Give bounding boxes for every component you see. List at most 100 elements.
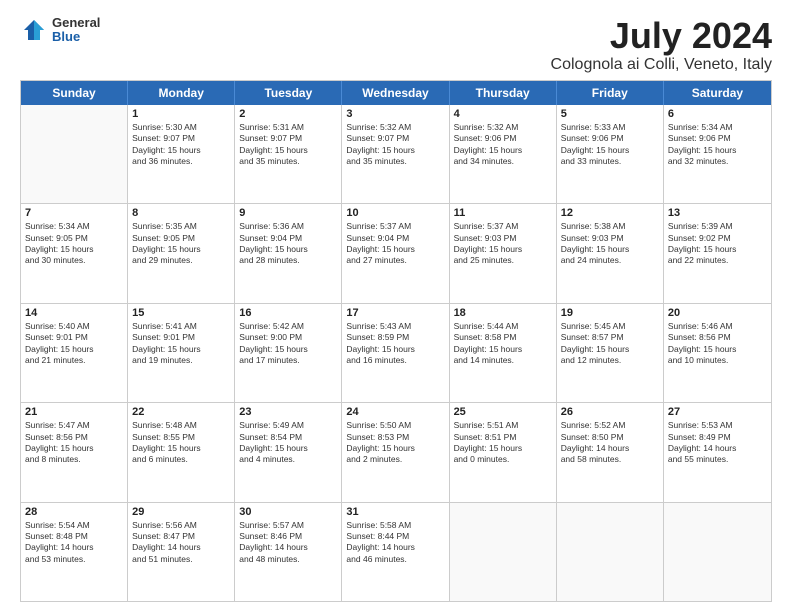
day-number: 24 [346, 406, 444, 418]
calendar-cell: 15Sunrise: 5:41 AMSunset: 9:01 PMDayligh… [128, 304, 235, 402]
cell-line: Sunset: 9:01 PM [25, 332, 123, 343]
cell-line: Daylight: 15 hours [346, 244, 444, 255]
calendar-week: 14Sunrise: 5:40 AMSunset: 9:01 PMDayligh… [21, 304, 771, 403]
cell-line: Daylight: 15 hours [239, 145, 337, 156]
cell-line: Daylight: 14 hours [25, 542, 123, 553]
calendar-cell: 8Sunrise: 5:35 AMSunset: 9:05 PMDaylight… [128, 204, 235, 302]
day-number: 11 [454, 207, 552, 219]
calendar-cell: 28Sunrise: 5:54 AMSunset: 8:48 PMDayligh… [21, 503, 128, 601]
cell-line: and 17 minutes. [239, 355, 337, 366]
cell-line: Sunrise: 5:45 AM [561, 321, 659, 332]
cell-line: and 28 minutes. [239, 255, 337, 266]
calendar-cell: 17Sunrise: 5:43 AMSunset: 8:59 PMDayligh… [342, 304, 449, 402]
cell-line: and 58 minutes. [561, 454, 659, 465]
cell-line: Daylight: 15 hours [132, 145, 230, 156]
cell-line: Daylight: 14 hours [561, 443, 659, 454]
calendar-header-row: SundayMondayTuesdayWednesdayThursdayFrid… [21, 81, 771, 105]
calendar-cell: 6Sunrise: 5:34 AMSunset: 9:06 PMDaylight… [664, 105, 771, 203]
calendar-cell: 4Sunrise: 5:32 AMSunset: 9:06 PMDaylight… [450, 105, 557, 203]
cell-line: Sunrise: 5:46 AM [668, 321, 767, 332]
day-number: 9 [239, 207, 337, 219]
cell-line: Daylight: 14 hours [239, 542, 337, 553]
logo-icon [20, 16, 48, 44]
day-number: 14 [25, 307, 123, 319]
cell-line: Sunset: 8:56 PM [668, 332, 767, 343]
cell-line: Sunset: 8:59 PM [346, 332, 444, 343]
cell-line: Sunset: 9:01 PM [132, 332, 230, 343]
cell-line: Sunrise: 5:44 AM [454, 321, 552, 332]
day-number: 13 [668, 207, 767, 219]
cell-line: Sunset: 8:56 PM [25, 432, 123, 443]
calendar-header-cell: Wednesday [342, 81, 449, 105]
cell-line: Daylight: 15 hours [668, 344, 767, 355]
day-number: 23 [239, 406, 337, 418]
cell-line: Sunset: 9:07 PM [132, 133, 230, 144]
calendar-week: 1Sunrise: 5:30 AMSunset: 9:07 PMDaylight… [21, 105, 771, 204]
calendar-cell: 20 Sunrise: 5:46 AMSunset: 8:56 PMDayligh… [664, 304, 771, 402]
day-number: 20 [668, 307, 767, 319]
day-number: 31 [346, 506, 444, 518]
day-number: 7 [25, 207, 123, 219]
calendar-cell: 22Sunrise: 5:48 AMSunset: 8:55 PMDayligh… [128, 403, 235, 501]
calendar-cell: 11Sunrise: 5:37 AMSunset: 9:03 PMDayligh… [450, 204, 557, 302]
cell-line: Sunset: 8:55 PM [132, 432, 230, 443]
cell-line: Sunrise: 5:41 AM [132, 321, 230, 332]
calendar-cell: 5Sunrise: 5:33 AMSunset: 9:06 PMDaylight… [557, 105, 664, 203]
cell-line: Sunset: 8:57 PM [561, 332, 659, 343]
cell-line: and 4 minutes. [239, 454, 337, 465]
cell-line: Sunset: 8:48 PM [25, 531, 123, 542]
cell-line: Sunrise: 5:37 AM [454, 221, 552, 232]
cell-line: Sunrise: 5:48 AM [132, 420, 230, 431]
cell-line: Sunrise: 5:31 AM [239, 122, 337, 133]
calendar-cell: 23Sunrise: 5:49 AMSunset: 8:54 PMDayligh… [235, 403, 342, 501]
logo-general: General [52, 16, 100, 30]
cell-line: and 19 minutes. [132, 355, 230, 366]
cell-line: Daylight: 15 hours [239, 443, 337, 454]
cell-line: and 25 minutes. [454, 255, 552, 266]
calendar-header-cell: Monday [128, 81, 235, 105]
cell-line: Sunrise: 5:40 AM [25, 321, 123, 332]
day-number: 28 [25, 506, 123, 518]
calendar-cell [664, 503, 771, 601]
cell-line: Sunset: 9:02 PM [668, 233, 767, 244]
day-number: 6 [668, 108, 767, 120]
cell-line: and 36 minutes. [132, 156, 230, 167]
cell-line: and 34 minutes. [454, 156, 552, 167]
calendar-cell: 21Sunrise: 5:47 AMSunset: 8:56 PMDayligh… [21, 403, 128, 501]
cell-line: Sunset: 9:03 PM [561, 233, 659, 244]
cell-line: Sunrise: 5:51 AM [454, 420, 552, 431]
cell-line: and 8 minutes. [25, 454, 123, 465]
day-number: 1 [132, 108, 230, 120]
cell-line: Sunset: 9:04 PM [346, 233, 444, 244]
calendar: SundayMondayTuesdayWednesdayThursdayFrid… [20, 80, 772, 602]
calendar-cell [557, 503, 664, 601]
cell-line: Sunset: 9:03 PM [454, 233, 552, 244]
cell-line: Daylight: 15 hours [668, 145, 767, 156]
cell-line: Sunset: 8:49 PM [668, 432, 767, 443]
cell-line: Sunrise: 5:47 AM [25, 420, 123, 431]
cell-line: Daylight: 14 hours [346, 542, 444, 553]
cell-line: Sunrise: 5:33 AM [561, 122, 659, 133]
cell-line: Sunrise: 5:50 AM [346, 420, 444, 431]
cell-line: and 32 minutes. [668, 156, 767, 167]
logo: General Blue [20, 16, 100, 45]
cell-line: Sunset: 9:07 PM [239, 133, 337, 144]
calendar-week: 28Sunrise: 5:54 AMSunset: 8:48 PMDayligh… [21, 503, 771, 601]
calendar-cell: 26Sunrise: 5:52 AMSunset: 8:50 PMDayligh… [557, 403, 664, 501]
cell-line: Sunset: 8:50 PM [561, 432, 659, 443]
day-number: 18 [454, 307, 552, 319]
calendar-cell: 3Sunrise: 5:32 AMSunset: 9:07 PMDaylight… [342, 105, 449, 203]
cell-line: Sunrise: 5:35 AM [132, 221, 230, 232]
cell-line: and 33 minutes. [561, 156, 659, 167]
cell-line: Daylight: 15 hours [346, 145, 444, 156]
calendar-header-cell: Saturday [664, 81, 771, 105]
cell-line: Daylight: 15 hours [132, 244, 230, 255]
cell-line: and 10 minutes. [668, 355, 767, 366]
cell-line: Sunrise: 5:38 AM [561, 221, 659, 232]
day-number: 10 [346, 207, 444, 219]
calendar-cell: 16Sunrise: 5:42 AMSunset: 9:00 PMDayligh… [235, 304, 342, 402]
cell-line: and 48 minutes. [239, 554, 337, 565]
cell-line: Sunrise: 5:58 AM [346, 520, 444, 531]
cell-line: Daylight: 15 hours [25, 443, 123, 454]
cell-line: Sunrise: 5:56 AM [132, 520, 230, 531]
